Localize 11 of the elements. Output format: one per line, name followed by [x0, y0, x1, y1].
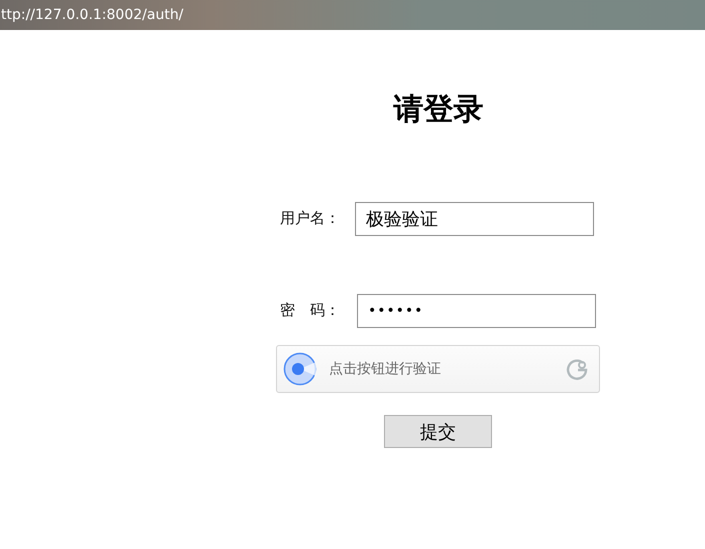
- captcha-label: 点击按钮进行验证: [329, 360, 442, 378]
- username-field[interactable]: 极验验证: [355, 202, 594, 236]
- radar-icon: [283, 352, 317, 386]
- captcha-button[interactable]: 点击按钮进行验证: [276, 345, 600, 393]
- refresh-icon: [565, 357, 589, 381]
- field-label: 密 码：: [279, 301, 341, 320]
- field-label: 用户名：: [279, 209, 341, 228]
- page-title: 请登录: [392, 91, 484, 129]
- url-text[interactable]: ttp://127.0.0.1:8002/auth/: [1, 7, 184, 23]
- password-field[interactable]: ••••••: [357, 294, 596, 328]
- submit-button[interactable]: 提交: [384, 415, 492, 448]
